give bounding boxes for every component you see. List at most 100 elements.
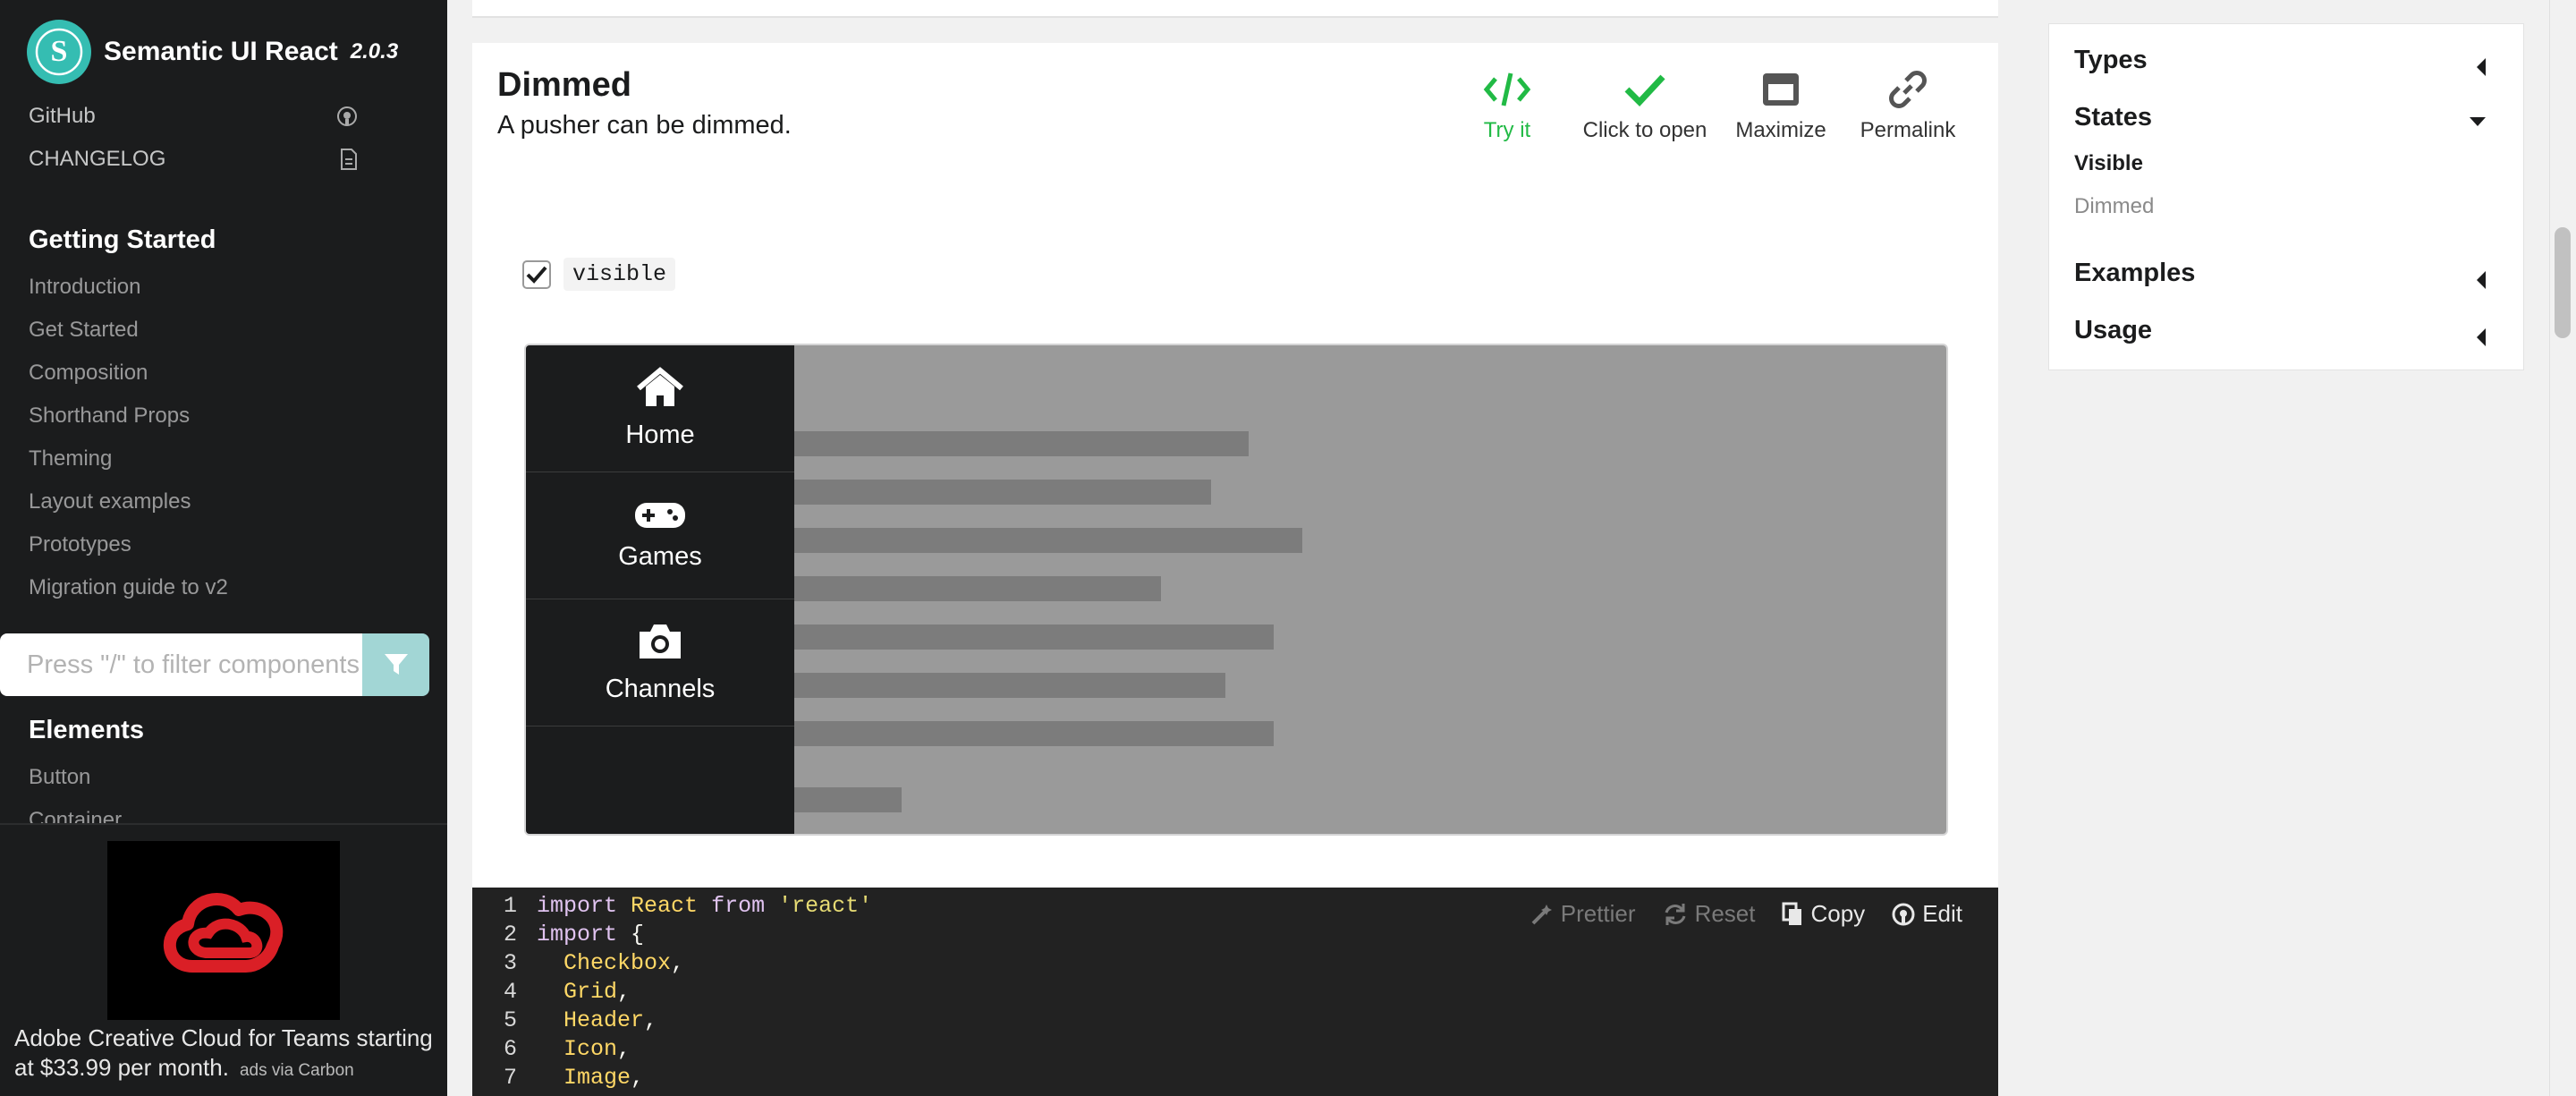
code-token: Icon [564, 1036, 618, 1062]
menu-item-channels[interactable]: Channels [526, 599, 794, 726]
caret-left-icon [2477, 271, 2486, 289]
sidebar-item-migration-guide[interactable]: Migration guide to v2 [29, 575, 228, 600]
rail-section-examples[interactable]: Examples [2074, 259, 2504, 289]
menu-item-home[interactable]: Home [526, 345, 794, 472]
brand[interactable]: S Semantic UI React 2.0.3 [27, 20, 398, 84]
code-editor[interactable]: 1 import React from 'react' 2 import {3 Che… [472, 888, 1998, 1096]
placeholder-line [767, 528, 1302, 553]
edit-label: Edit [1922, 900, 1962, 927]
demo-sidebar-menu: Home Games Channels [526, 345, 794, 834]
code-token: import [537, 893, 618, 919]
rail-item-visible[interactable]: Visible [2074, 151, 2143, 176]
reset-button[interactable]: Reset [1663, 900, 1755, 928]
line-number: 7 [503, 1065, 517, 1091]
rail-section-types[interactable]: Types [2074, 46, 2504, 76]
permalink-button[interactable]: Permalink [1841, 70, 1975, 143]
ad-copy: Adobe Creative Cloud for Teams starting … [14, 1024, 433, 1081]
example-title: Dimmed [497, 66, 631, 104]
code-line: 3 Checkbox, [472, 950, 684, 979]
code-token: Grid [564, 979, 618, 1005]
visible-toggle[interactable]: visible [522, 258, 676, 291]
code-icon [1483, 72, 1531, 106]
sidebar-item-prototypes[interactable]: Prototypes [29, 532, 131, 557]
sidebar-link-label: GitHub [29, 104, 96, 128]
edit-button[interactable]: Edit [1892, 900, 1962, 928]
maximize-label: Maximize [1735, 118, 1826, 142]
code-token: 'react' [778, 893, 873, 919]
try-it-button[interactable]: Try it [1440, 70, 1574, 143]
ad-text: Adobe Creative Cloud for Teams starting … [14, 1024, 435, 1085]
line-number: 3 [503, 950, 517, 976]
filter-icon[interactable] [362, 633, 429, 696]
placeholder-line [767, 431, 1249, 456]
page-scrollbar[interactable] [2549, 0, 2576, 1096]
code-token: , [631, 1065, 645, 1091]
placeholder-line [767, 721, 1274, 746]
sidebar-pushable-demo: ent Home Games Channels [524, 344, 1948, 836]
maximize-button[interactable]: Maximize [1714, 70, 1848, 143]
ad-via[interactable]: ads via Carbon [240, 1061, 354, 1080]
sidebar-item-theming[interactable]: Theming [29, 446, 112, 472]
caret-left-icon [2477, 328, 2486, 346]
sidebar-item-shorthand-props[interactable]: Shorthand Props [29, 404, 190, 429]
rail-section-label: Usage [2074, 316, 2153, 344]
sidebar-item-layout-examples[interactable]: Layout examples [29, 489, 191, 514]
caret-left-icon [2477, 58, 2486, 76]
rail-section-usage[interactable]: Usage [2074, 316, 2504, 346]
code-token: , [617, 1036, 631, 1062]
code-token: Image [564, 1065, 631, 1091]
code-toolbar: Prettier Reset Copy Edit [1504, 900, 1962, 928]
placeholder-line [767, 480, 1211, 505]
page-scrollbar-thumb[interactable] [2555, 227, 2571, 338]
github-icon [1892, 903, 1915, 925]
example-card-dimmed: Dimmed A pusher can be dimmed. Try it Cl… [472, 43, 1998, 1096]
component-filter-input[interactable] [0, 633, 362, 696]
copy-label: Copy [1810, 900, 1866, 927]
click-to-open-button[interactable]: Click to open [1578, 70, 1712, 143]
carbon-ad[interactable]: Adobe Creative Cloud for Teams starting … [0, 823, 447, 1096]
placeholder-line [767, 673, 1225, 698]
code-line: 4 Grid, [472, 979, 631, 1007]
code-token: , [617, 979, 631, 1005]
click-to-open-label: Click to open [1582, 118, 1707, 142]
line-number: 2 [503, 922, 517, 947]
menu-item-games[interactable]: Games [526, 472, 794, 599]
code-token: Checkbox [564, 950, 672, 976]
sidebar-link-github[interactable]: GitHub [29, 104, 404, 129]
sidebar-item-composition[interactable]: Composition [29, 361, 148, 386]
rail-item-dimmed[interactable]: Dimmed [2074, 194, 2154, 219]
caret-down-icon [2470, 117, 2486, 126]
copy-icon [1782, 902, 1802, 925]
sidebar-item-get-started[interactable]: Get Started [29, 318, 139, 343]
window-maximize-icon [1763, 73, 1799, 106]
refresh-icon [1665, 903, 1686, 925]
menu-item-label: Games [618, 542, 702, 571]
permalink-label: Permalink [1860, 118, 1956, 142]
sidebar-item-button[interactable]: Button [29, 765, 90, 790]
copy-button[interactable]: Copy [1782, 900, 1865, 928]
component-filter [0, 633, 429, 696]
previous-example-card [472, 0, 1998, 18]
sidebar-header-getting-started: Getting Started [29, 225, 216, 254]
code-line: 6 Icon, [472, 1036, 631, 1065]
file-icon [340, 149, 358, 176]
prettier-button[interactable]: Prettier [1530, 900, 1636, 928]
brand-version: 2.0.3 [350, 39, 399, 64]
code-token: , [671, 950, 685, 976]
code-line: 5 Header, [472, 1007, 657, 1036]
code-line: 7 Image, [472, 1065, 644, 1093]
visible-checkbox[interactable] [522, 259, 551, 289]
rail-section-states[interactable]: States [2074, 103, 2504, 132]
placeholder-line [767, 624, 1274, 650]
gamepad-icon [635, 503, 685, 528]
code-line: 1 import React from 'react' [472, 893, 872, 922]
sidebar-item-introduction[interactable]: Introduction [29, 275, 140, 300]
code-token: Header [564, 1007, 645, 1033]
sidebar-link-changelog[interactable]: CHANGELOG [29, 147, 404, 172]
rail-section-label: Examples [2074, 259, 2196, 287]
sidebar-link-label: CHANGELOG [29, 147, 166, 171]
